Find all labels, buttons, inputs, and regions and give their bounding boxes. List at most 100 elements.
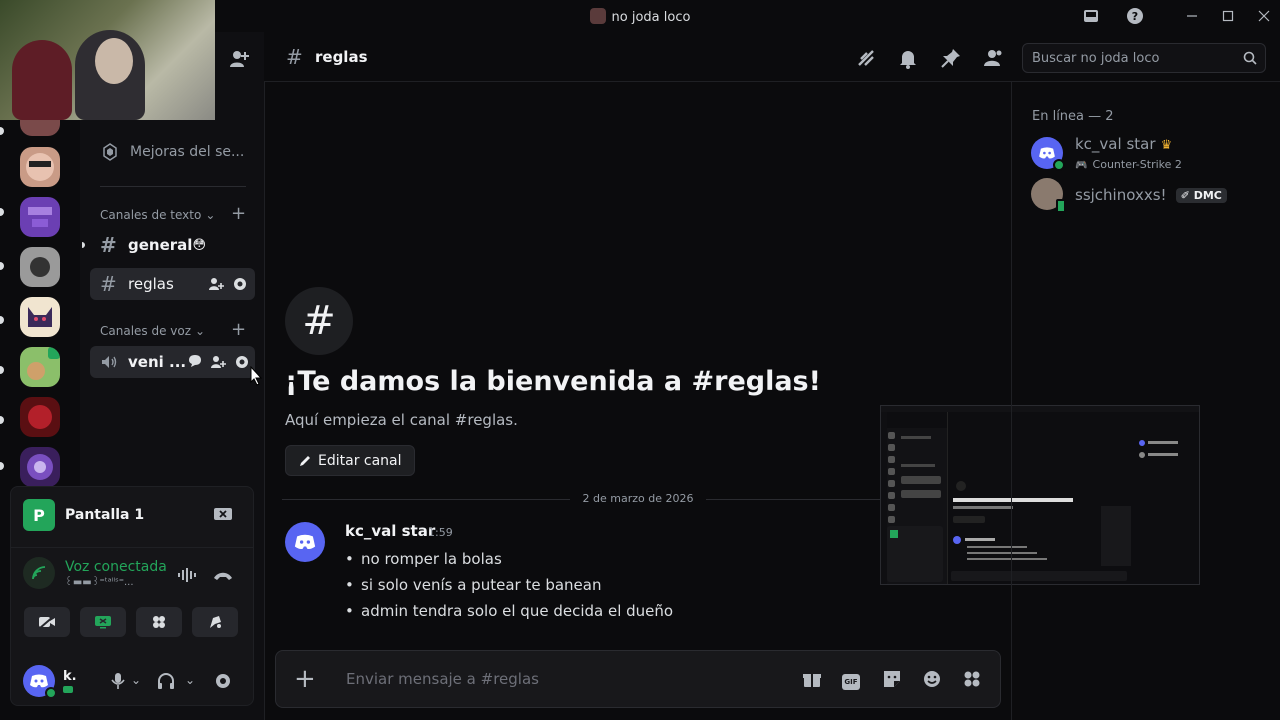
welcome-hash-icon: # [285, 287, 353, 355]
apps-icon[interactable] [962, 669, 984, 691]
server-icon-5[interactable] [20, 297, 60, 337]
webcam-person-left [12, 40, 72, 120]
server-icon-7[interactable] [20, 397, 60, 437]
message-content: no romper la bolas si solo venís a putea… [345, 546, 673, 624]
user-bar: k. ⌄ ⌄ [23, 663, 243, 699]
user-avatar[interactable] [23, 665, 57, 699]
game-controller-icon: 🎮 [1075, 160, 1088, 171]
unread-pill [0, 462, 4, 470]
webcam-overlay [0, 0, 215, 120]
gif-icon[interactable]: GIF [842, 669, 864, 691]
user-settings-gear-icon[interactable] [214, 672, 232, 690]
emoji-icon[interactable] [922, 669, 944, 691]
soundboard-button[interactable] [192, 607, 238, 637]
speaker-icon [100, 353, 128, 371]
server-icon-6[interactable] [20, 347, 60, 387]
pencil-icon [298, 454, 312, 468]
search-input[interactable]: Buscar no joda loco [1022, 43, 1266, 73]
pin-icon[interactable] [940, 47, 962, 69]
channel-header: # reglas Buscar no joda loco [264, 32, 1280, 82]
guild-tag-badge: ✐ DMC [1175, 187, 1227, 203]
mouse-cursor-icon [250, 366, 262, 386]
add-voice-channel-icon[interactable]: + [231, 319, 246, 340]
voice-channel-veni[interactable]: veni ... [90, 346, 255, 378]
invite-people-icon[interactable] [228, 48, 250, 70]
waveform-icon[interactable] [177, 567, 197, 583]
welcome-title: ¡Te damos la bienvenida a #reglas! [285, 366, 821, 397]
stream-row: P Pantalla 1 [23, 499, 144, 531]
add-attachment-icon[interactable]: + [294, 666, 316, 692]
column-divider [264, 32, 265, 720]
unread-pill [0, 127, 4, 135]
edit-channel-button[interactable]: Editar canal [285, 445, 415, 476]
server-rail [0, 110, 80, 487]
welcome-subtitle: Aquí empieza el canal #reglas. [285, 411, 518, 429]
threads-icon[interactable] [855, 47, 877, 69]
message-author[interactable]: kc_val star [345, 522, 435, 540]
gear-icon[interactable] [234, 354, 250, 370]
invite-icon[interactable] [210, 354, 226, 370]
screen-share-button[interactable] [80, 607, 126, 637]
mobile-status-icon [1056, 199, 1066, 213]
stream-avatar: P [23, 499, 55, 531]
minimize-icon[interactable] [1182, 6, 1202, 26]
close-icon[interactable] [1254, 6, 1274, 26]
list-item: si solo venís a putear te banean [345, 572, 673, 598]
search-icon [1243, 51, 1257, 65]
unread-pill [0, 262, 4, 270]
unread-pill [0, 366, 4, 374]
member-item[interactable]: ssjchinoxxs! ✐ DMC [1031, 178, 1227, 213]
gift-icon[interactable] [802, 669, 824, 691]
crown-icon: ♛ [1160, 138, 1173, 153]
chat-bubble-icon[interactable] [188, 354, 202, 370]
list-item: no romper la bolas [345, 546, 673, 572]
headphones-icon[interactable] [157, 672, 175, 690]
microphone-icon[interactable] [111, 672, 125, 690]
chevron-down-icon[interactable]: ⌄ [185, 673, 195, 687]
stop-stream-icon[interactable] [213, 507, 233, 523]
server-icon-3[interactable] [20, 197, 60, 237]
maximize-icon[interactable] [1218, 6, 1238, 26]
game-icon [63, 686, 73, 693]
inbox-icon[interactable] [1081, 6, 1101, 26]
member-avatar [1031, 178, 1066, 213]
sidebar-divider [100, 186, 246, 187]
voice-panel: P Pantalla 1 Voz conectada ꒰▬▬꒱⁼ᵗᵃˡˡˢ⁼..… [10, 486, 254, 706]
invite-icon[interactable] [208, 276, 224, 292]
server-icon-2[interactable] [20, 147, 60, 187]
disconnect-icon[interactable] [213, 571, 233, 581]
chevron-down-icon: ⌄ [205, 208, 216, 222]
server-icon-4[interactable] [20, 247, 60, 287]
hash-icon: # [286, 45, 303, 69]
voice-category-header[interactable]: Canales de voz ⌄ [100, 324, 205, 338]
message-avatar[interactable] [285, 522, 325, 562]
camera-off-button[interactable] [24, 607, 70, 637]
member-item[interactable]: kc_val star ♛ 🎮 Counter-Strike 2 [1031, 134, 1182, 172]
signal-icon [23, 557, 55, 589]
online-status-dot [45, 687, 57, 699]
online-status-dot [1053, 159, 1065, 171]
member-avatar [1031, 137, 1065, 171]
help-icon[interactable]: ? [1125, 6, 1145, 26]
sticker-icon[interactable] [882, 669, 904, 691]
chevron-down-icon: ⌄ [195, 324, 206, 338]
server-boost-link[interactable]: Mejoras del se... [100, 140, 250, 164]
channel-general[interactable]: # general 😳 [90, 229, 255, 261]
add-text-channel-icon[interactable]: + [231, 203, 246, 224]
member-list-icon[interactable] [981, 47, 1003, 69]
panel-divider [11, 547, 253, 548]
svg-text:?: ? [1132, 10, 1138, 23]
message-composer[interactable]: + Enviar mensaje a #reglas GIF [275, 650, 1001, 708]
hash-icon: # [100, 233, 117, 257]
server-icon-8[interactable] [20, 447, 60, 487]
unread-pill [0, 316, 4, 324]
activities-button[interactable] [136, 607, 182, 637]
channel-reglas[interactable]: # reglas [90, 268, 255, 300]
bell-icon[interactable] [897, 47, 919, 69]
text-category-header[interactable]: Canales de texto ⌄ [100, 208, 215, 222]
member-list-heading: En línea — 2 [1032, 109, 1114, 124]
member-list: En línea — 2 kc_val star ♛ 🎮 Counter-Str… [1011, 82, 1280, 720]
gear-icon[interactable] [232, 276, 248, 292]
chevron-down-icon[interactable]: ⌄ [131, 673, 141, 687]
webcam-face [95, 38, 133, 84]
